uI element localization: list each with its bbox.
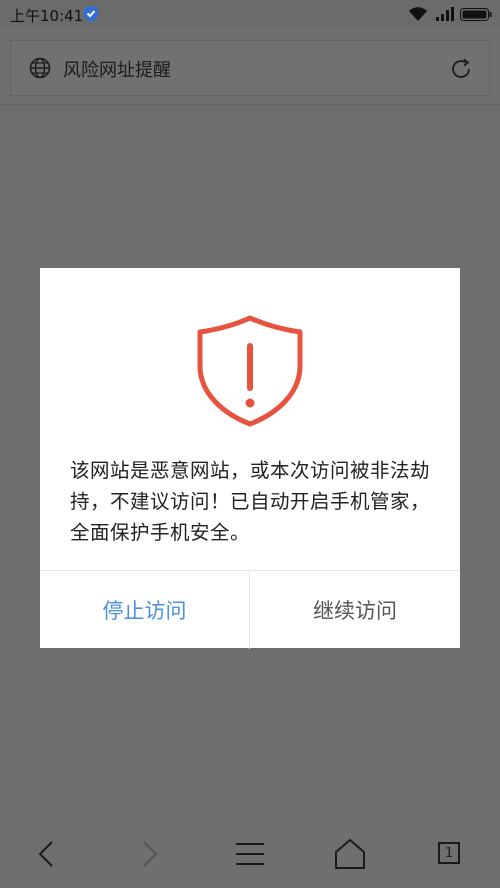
back-icon[interactable]	[28, 836, 68, 872]
bottom-nav: 1	[0, 820, 500, 888]
globe-icon	[29, 57, 51, 79]
menu-icon[interactable]	[230, 836, 270, 872]
tab-count: 1	[438, 842, 460, 864]
dialog-buttons: 停止访问 继续访问	[40, 570, 460, 649]
forward-icon[interactable]	[130, 836, 170, 872]
home-icon[interactable]	[330, 836, 370, 872]
status-time: 上午10:41	[10, 7, 84, 25]
refresh-icon[interactable]	[449, 57, 473, 81]
wifi-icon	[409, 7, 427, 21]
tabs-button[interactable]: 1	[430, 836, 470, 872]
status-bar: 上午10:41	[0, 0, 500, 28]
shield-badge-icon	[84, 6, 98, 22]
divider	[0, 104, 500, 105]
address-bar[interactable]: 风险网址提醒	[10, 40, 490, 96]
stop-visit-button[interactable]: 停止访问	[40, 571, 250, 649]
continue-visit-button[interactable]: 继续访问	[250, 571, 460, 649]
address-title: 风险网址提醒	[63, 60, 171, 81]
warning-shield-icon	[197, 315, 303, 427]
battery-icon	[460, 8, 492, 21]
dialog-message: 该网站是恶意网站，或本次访问被非法劫持，不建议访问！已自动开启手机管家，全面保护…	[70, 459, 431, 544]
signal-icon	[436, 7, 454, 21]
warning-dialog: 该网站是恶意网站，或本次访问被非法劫持，不建议访问！已自动开启手机管家，全面保护…	[40, 268, 460, 649]
